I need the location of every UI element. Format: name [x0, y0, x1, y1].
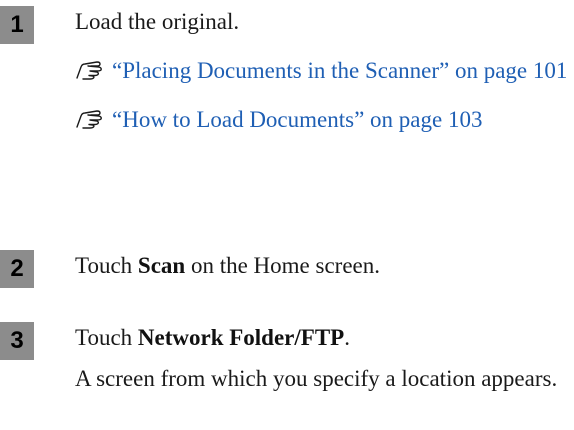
step-2-text-before: Touch — [75, 253, 138, 278]
step-3-body: Touch Network Folder/FTP. A screen from … — [75, 322, 570, 394]
pointing-hand-icon — [75, 107, 104, 129]
step-2-body: Touch Scan on the Home screen. — [75, 250, 570, 281]
step-1-instruction: Load the original. — [75, 9, 240, 34]
step-1-body: Load the original. “Placing Documents in… — [75, 6, 570, 135]
pointing-hand-icon — [75, 58, 104, 80]
step-2-instruction: Touch Scan on the Home screen. — [75, 250, 570, 281]
reference-link-1[interactable]: “Placing Documents in the Scanner” on pa… — [112, 58, 567, 83]
reference-2[interactable]: “How to Load Documents” on page 103 — [75, 104, 570, 135]
step-2-bold-term: Scan — [137, 253, 186, 278]
step-3-bold-term: Network Folder/FTP — [137, 325, 345, 350]
step-2-text-after: on the Home screen. — [185, 253, 380, 278]
step-3-note: A screen from which you specify a locati… — [75, 366, 558, 391]
step-3-text-after: . — [344, 325, 350, 350]
step-number-1: 1 — [0, 6, 34, 44]
reference-link-2[interactable]: “How to Load Documents” on page 103 — [112, 107, 482, 132]
reference-1[interactable]: “Placing Documents in the Scanner” on pa… — [75, 55, 570, 86]
step-number-2: 2 — [0, 250, 34, 288]
step-3-instruction: Touch Network Folder/FTP. — [75, 322, 570, 353]
step-3-text-before: Touch — [75, 325, 138, 350]
step-number-3: 3 — [0, 322, 34, 360]
